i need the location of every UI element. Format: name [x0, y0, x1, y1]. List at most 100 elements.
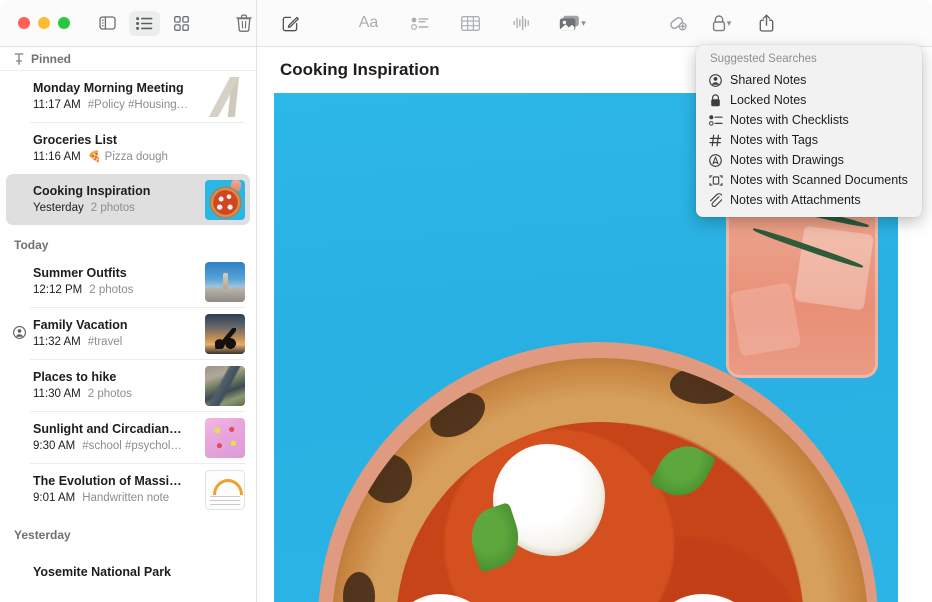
note-text: Places to hike 11:30 AM 2 photos [33, 369, 205, 402]
collaborate-icon [666, 15, 688, 31]
share-button[interactable] [751, 11, 782, 36]
new-note-button[interactable] [275, 11, 306, 36]
note-list-item-groceries-list[interactable]: Groceries List 11:16 AM 🍕 Pizza dough [6, 123, 250, 174]
suggestion-label: Notes with Checklists [730, 113, 849, 127]
note-thumbnail [205, 262, 245, 302]
pinned-section-header: Pinned [0, 47, 256, 71]
note-title: Yosemite National Park [33, 564, 245, 580]
audio-button[interactable] [506, 11, 537, 36]
note-subtitle: 2 photos [88, 386, 132, 402]
note-thumbnail [205, 314, 245, 354]
note-title: Cooking Inspiration [33, 183, 205, 199]
note-text: The Evolution of Massi… 9:01 AM Handwrit… [33, 473, 205, 506]
note-list-item-summer-outfits[interactable]: Summer Outfits 12:12 PM 2 photos [6, 256, 250, 307]
checklist-icon [411, 17, 429, 30]
note-meta: 12:12 PM 2 photos [33, 282, 205, 298]
suggestion-label: Notes with Drawings [730, 153, 844, 167]
suggestion-label: Notes with Attachments [730, 193, 861, 207]
list-view-icon [136, 17, 153, 30]
checklist-button[interactable] [404, 11, 435, 36]
note-list-item-family-vacation[interactable]: Family Vacation 11:32 AM #travel [6, 308, 250, 359]
aa-icon: Aa [359, 14, 379, 32]
lock-note-button[interactable]: ▾ [706, 11, 737, 36]
close-button[interactable] [18, 17, 30, 29]
char-spot [343, 572, 375, 602]
note-title: Sunlight and Circadian… [33, 421, 205, 437]
note-subtitle: #school #psychol… [82, 438, 182, 454]
note-subtitle-text: Pizza dough [105, 151, 168, 163]
minimize-button[interactable] [38, 17, 50, 29]
note-list-item-sunlight-and-circadian[interactable]: Sunlight and Circadian… 9:30 AM #school … [6, 412, 250, 463]
suggestion-checklists[interactable]: Notes with Checklists [696, 110, 922, 130]
note-text: Summer Outfits 12:12 PM 2 photos [33, 265, 205, 298]
note-meta: 11:30 AM 2 photos [33, 386, 205, 402]
group-header-today: Today [0, 225, 256, 256]
media-icon [559, 15, 580, 31]
notes-window: Aa [0, 0, 932, 602]
trash-icon [236, 14, 252, 32]
note-title: Places to hike [33, 369, 205, 385]
note-time: 11:32 AM [33, 334, 81, 350]
zoom-button[interactable] [58, 17, 70, 29]
toolbar-left-section [0, 0, 257, 46]
gallery-view-icon [174, 16, 189, 31]
suggestion-locked-notes[interactable]: Locked Notes [696, 90, 922, 110]
suggestion-scanned-documents[interactable]: Notes with Scanned Documents [696, 170, 922, 190]
suggestion-tags[interactable]: Notes with Tags [696, 130, 922, 150]
group-header-yesterday: Yesterday [0, 515, 256, 546]
lock-icon [707, 93, 724, 108]
format-text-button[interactable]: Aa [353, 11, 384, 36]
delete-note-button[interactable] [231, 11, 256, 36]
shared-note-icon [13, 326, 26, 339]
note-subtitle: Handwritten note [82, 490, 169, 506]
note-meta: 9:01 AM Handwritten note [33, 490, 205, 506]
note-thumbnail [205, 470, 245, 510]
note-list-item-monday-morning-meeting[interactable]: Monday Morning Meeting 11:17 AM #Policy … [6, 71, 250, 122]
gallery-view-button[interactable] [166, 11, 197, 36]
pin-icon [14, 53, 24, 65]
media-button[interactable]: ▾ [557, 11, 588, 36]
note-list-item-yosemite-national-park[interactable]: Yosemite National Park [6, 546, 250, 597]
paperclip-icon [707, 193, 724, 208]
checklist-icon [707, 113, 724, 128]
note-title: The Evolution of Massi… [33, 473, 205, 489]
suggestion-shared-notes[interactable]: Shared Notes [696, 70, 922, 90]
sidebar-toggle-button[interactable] [92, 11, 123, 36]
chevron-down-icon: ▾ [727, 18, 732, 29]
note-time: 11:16 AM [33, 149, 81, 165]
note-list-item-the-evolution-of-massive[interactable]: The Evolution of Massi… 9:01 AM Handwrit… [6, 464, 250, 515]
compose-icon [282, 15, 299, 32]
note-subtitle: 2 photos [91, 200, 135, 216]
table-button[interactable] [455, 11, 486, 36]
share-controls: ▾ [661, 11, 782, 36]
note-thumbnail [205, 366, 245, 406]
sidebar-icon [99, 16, 116, 30]
note-time: Yesterday [33, 200, 84, 216]
suggestion-label: Notes with Tags [730, 133, 818, 147]
char-spot [364, 454, 412, 502]
audio-waveform-icon [513, 15, 531, 31]
suggestion-label: Locked Notes [730, 93, 806, 107]
notes-list-sidebar[interactable]: Pinned Monday Morning Meeting 11:17 AM #… [0, 47, 257, 602]
note-meta: 11:16 AM 🍕 Pizza dough [33, 149, 245, 165]
note-thumbnail [205, 77, 245, 117]
note-subtitle: 2 photos [89, 282, 133, 298]
pizza-emoji-icon: 🍕 [88, 151, 102, 163]
drawing-icon [707, 153, 724, 168]
chevron-down-icon: ▾ [581, 18, 586, 29]
suggestion-attachments[interactable]: Notes with Attachments [696, 190, 922, 210]
ice-cube [730, 282, 801, 356]
note-text: Family Vacation 11:32 AM #travel [33, 317, 205, 350]
suggestion-label: Notes with Scanned Documents [730, 173, 908, 187]
suggested-searches-title: Suggested Searches [696, 51, 922, 70]
scan-icon [707, 173, 724, 188]
note-list-item-places-to-hike[interactable]: Places to hike 11:30 AM 2 photos [6, 360, 250, 411]
note-subtitle: 🍕 Pizza dough [88, 149, 168, 165]
note-list-item-cooking-inspiration[interactable]: Cooking Inspiration Yesterday 2 photos [6, 174, 250, 225]
list-view-button[interactable] [129, 11, 160, 36]
note-subtitle: #travel [88, 334, 123, 350]
collaborate-button[interactable] [661, 11, 692, 36]
note-title: Family Vacation [33, 317, 205, 333]
suggestion-drawings[interactable]: Notes with Drawings [696, 150, 922, 170]
note-time: 11:17 AM [33, 97, 81, 113]
